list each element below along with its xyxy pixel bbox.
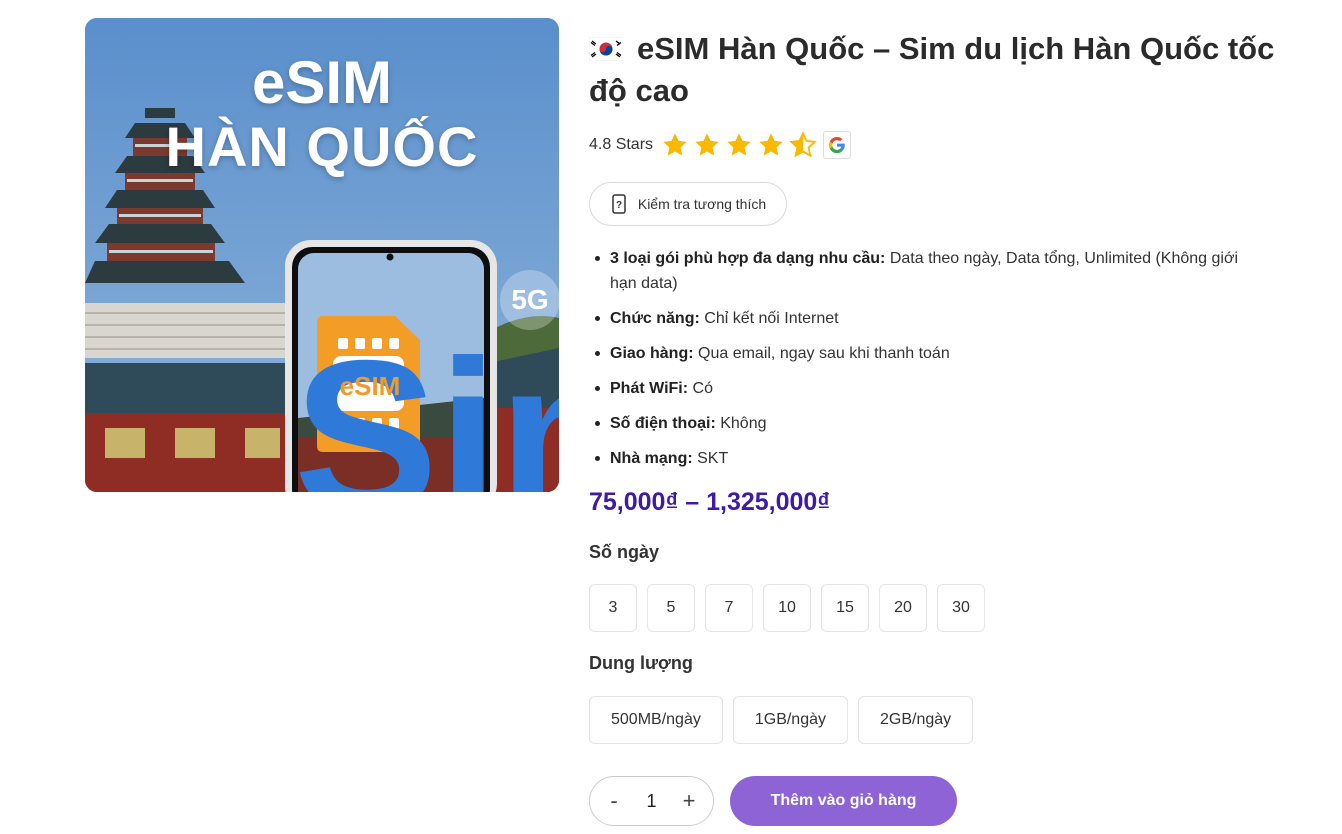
rating: 4.8 Stars bbox=[589, 130, 852, 160]
feature-item: Giao hàng: Qua email, ngay sau khi thanh… bbox=[589, 341, 1269, 366]
days-options: 3 5 7 10 15 20 30 bbox=[589, 584, 985, 632]
days-option[interactable]: 7 bbox=[705, 584, 753, 632]
rating-label: 4.8 Stars bbox=[589, 136, 654, 153]
days-option[interactable]: 10 bbox=[763, 584, 811, 632]
star-icon bbox=[695, 133, 719, 156]
price-range: 75,000₫ – 1,325,000₫ bbox=[589, 488, 831, 516]
feature-item: Chức năng: Chỉ kết nối Internet bbox=[589, 306, 1269, 331]
phone-question-icon: ? bbox=[612, 194, 626, 214]
star-icon bbox=[727, 133, 751, 156]
quantity-increase-button[interactable]: + bbox=[679, 788, 699, 814]
half-star-icon bbox=[789, 131, 817, 158]
add-to-cart-button[interactable]: Thêm vào giỏ hàng bbox=[730, 776, 957, 826]
esim-chip-label: eSIM bbox=[339, 371, 401, 401]
data-capacity-option[interactable]: 2GB/ngày bbox=[858, 696, 974, 744]
product-image[interactable]: eSIM HÀN QUỐC Sim [PM] 5G eSIM bbox=[85, 18, 559, 492]
days-option[interactable]: 5 bbox=[647, 584, 695, 632]
image-title-line2: HÀN QUỐC bbox=[165, 115, 479, 178]
days-option[interactable]: 3 bbox=[589, 584, 637, 632]
badge-5g: 5G bbox=[500, 270, 559, 330]
quantity-stepper: - + bbox=[589, 776, 714, 826]
data-capacity-label: Dung lượng bbox=[589, 653, 693, 673]
image-title-line1: eSIM bbox=[251, 49, 393, 116]
product-title: eSIM Hàn Quốc – Sim du lịch Hàn Quốc tốc… bbox=[589, 31, 1275, 108]
check-compatibility-button[interactable]: ? Kiểm tra tương thích bbox=[589, 182, 787, 226]
south-korea-flag-icon bbox=[589, 37, 623, 61]
svg-text:Sim: Sim bbox=[294, 315, 559, 492]
check-compatibility-label: Kiểm tra tương thích bbox=[637, 196, 767, 212]
quantity-input[interactable] bbox=[631, 790, 672, 812]
star-icon bbox=[759, 133, 783, 156]
days-option[interactable]: 15 bbox=[821, 584, 869, 632]
feature-item: Số điện thoại: Không bbox=[589, 411, 1269, 436]
svg-text:?: ? bbox=[616, 200, 622, 211]
quantity-decrease-button[interactable]: - bbox=[604, 788, 624, 814]
feature-item: Nhà mạng: SKT bbox=[589, 446, 1269, 471]
days-option[interactable]: 20 bbox=[879, 584, 927, 632]
google-icon bbox=[823, 131, 852, 159]
feature-item: 3 loại gói phù hợp đa dạng nhu cầu: Data… bbox=[589, 246, 1269, 296]
data-capacity-option[interactable]: 500MB/ngày bbox=[589, 696, 723, 744]
star-icon bbox=[663, 133, 687, 156]
feature-item: Phát WiFi: Có bbox=[589, 376, 1269, 401]
days-option[interactable]: 30 bbox=[937, 584, 985, 632]
data-capacity-options: 500MB/ngày 1GB/ngày 2GB/ngày bbox=[589, 696, 974, 744]
days-label: Số ngày bbox=[589, 542, 660, 562]
feature-list: 3 loại gói phù hợp đa dạng nhu cầu: Data… bbox=[589, 246, 1269, 481]
data-capacity-option[interactable]: 1GB/ngày bbox=[732, 696, 848, 744]
sim-pm-logo: Sim [PM] bbox=[294, 315, 559, 492]
